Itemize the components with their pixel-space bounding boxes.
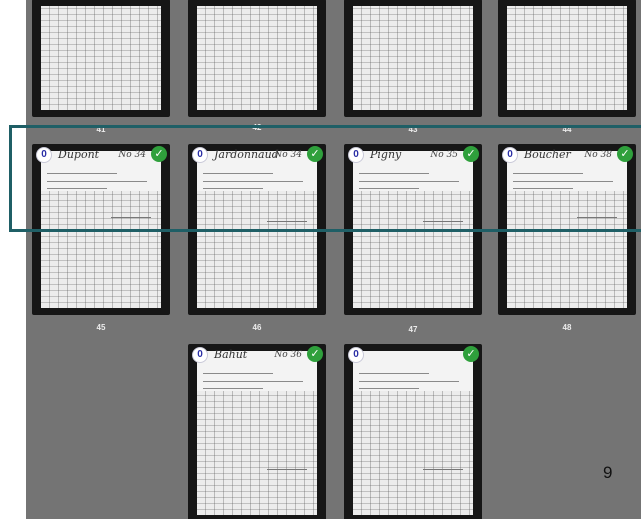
count-badge: 0	[192, 347, 208, 363]
thumbnail-viewer: 41 42 43 44 Dupont No 34 0 ✓ 45 Jardonna…	[26, 0, 641, 519]
document-page	[197, 6, 317, 110]
page-thumbnail[interactable]	[498, 0, 636, 117]
document-page	[507, 6, 627, 110]
form-header	[353, 351, 473, 391]
document-page	[353, 6, 473, 110]
document-page	[197, 351, 317, 515]
page-thumbnail[interactable]	[32, 0, 170, 117]
page-thumbnail[interactable]: Bahut No 36 0 ✓	[188, 344, 326, 519]
page-thumbnail[interactable]: 0 ✓	[344, 344, 482, 519]
document-page	[41, 6, 161, 110]
document-page	[353, 351, 473, 515]
row-selection-highlight	[9, 125, 641, 232]
page-label: 45	[96, 323, 106, 332]
page-thumbnail[interactable]	[344, 0, 482, 117]
slide-page-number: 9	[603, 463, 613, 482]
check-circle-icon: ✓	[307, 346, 323, 362]
check-circle-icon: ✓	[463, 346, 479, 362]
handwritten-name: Bahut	[214, 348, 248, 361]
page-thumbnail[interactable]	[188, 0, 326, 117]
page-label: 47	[408, 325, 418, 334]
count-badge: 0	[348, 347, 364, 363]
page-label: 48	[562, 323, 572, 332]
page-label: 46	[252, 323, 262, 332]
handwritten-number: No 36	[274, 350, 302, 360]
